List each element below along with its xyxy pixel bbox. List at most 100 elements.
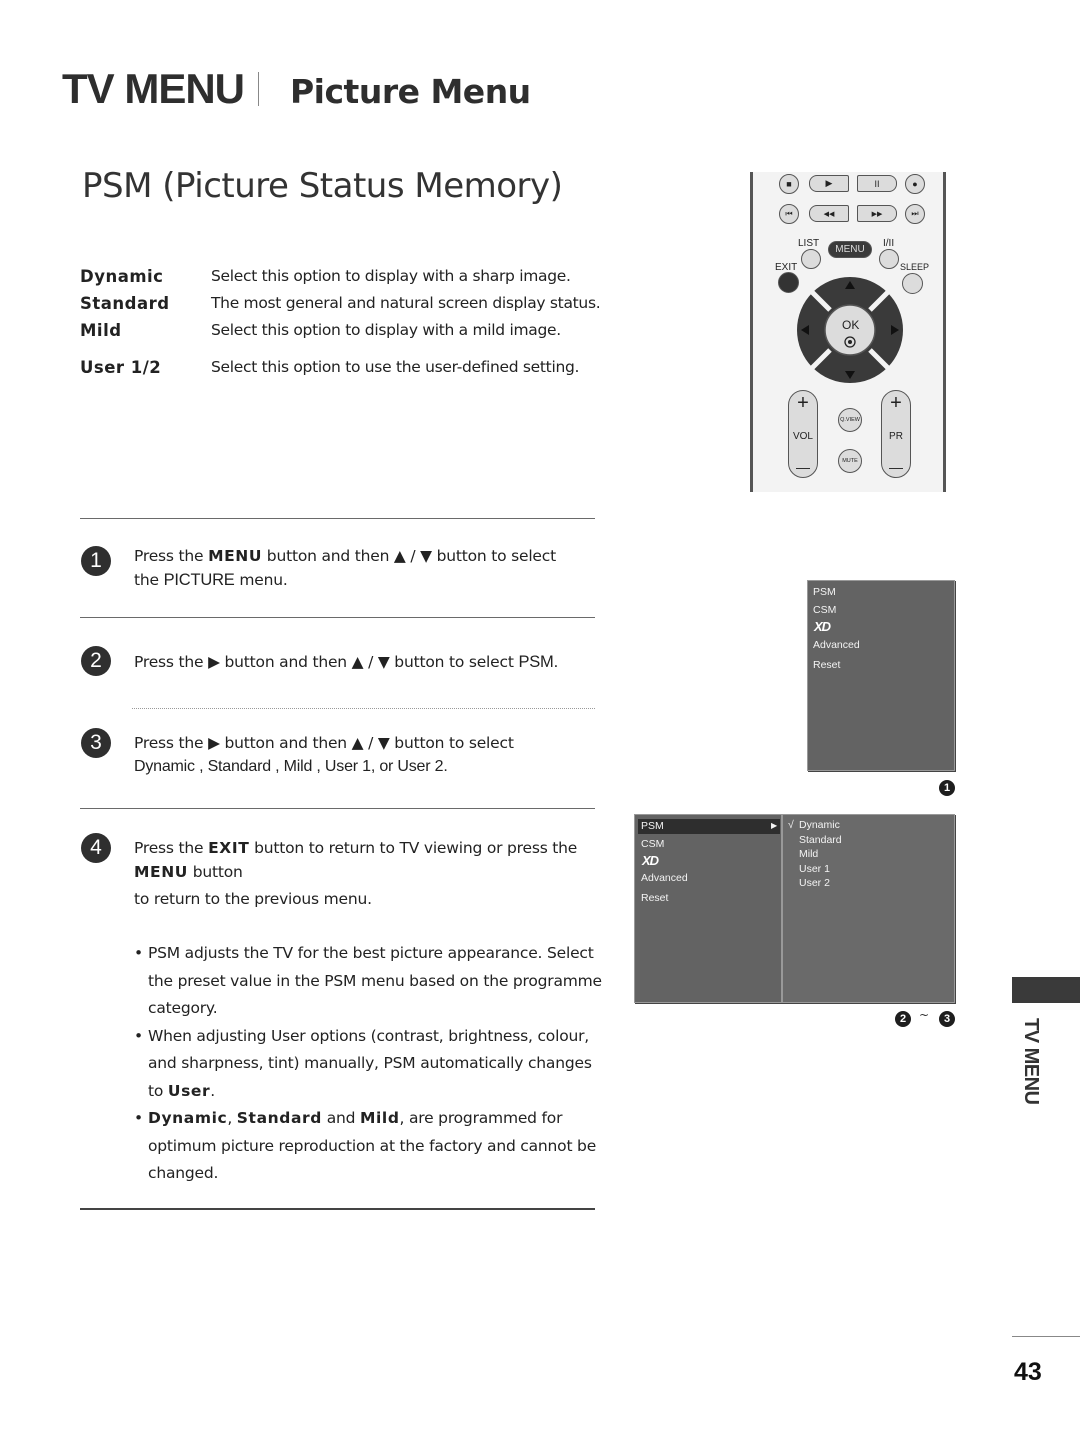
skip-back-button[interactable]: ⏮ (779, 204, 799, 224)
volume-down-icon[interactable]: — (796, 459, 810, 475)
subsection-title: Picture Menu (290, 72, 531, 111)
option-desc: Select this option to display with a mil… (211, 321, 561, 339)
option-name: User 1/2 (80, 357, 162, 377)
option-row-dynamic: Dynamic Select this option to display wi… (80, 264, 640, 288)
step-4-text: Press the EXIT button to return to TV vi… (134, 836, 604, 911)
osd-item-psm[interactable]: PSM (813, 586, 836, 598)
mute-button[interactable]: MUTE (838, 449, 862, 473)
standard-key: Standard (236, 1109, 322, 1127)
menu-key: MENU (134, 863, 188, 881)
osd-item-advanced[interactable]: Advanced (641, 872, 688, 884)
rewind-button[interactable]: ◀◀ (809, 205, 849, 222)
osd-item-csm[interactable]: CSM (813, 604, 836, 616)
fast-forward-button[interactable]: ▶▶ (857, 205, 897, 222)
osd-item-xd-logo[interactable]: XD (642, 853, 659, 868)
step-badge-2: 2 (895, 1011, 911, 1027)
menu-key: MENU (208, 547, 263, 565)
mild-key: Mild (359, 1109, 400, 1127)
record-button[interactable]: ● (905, 174, 925, 194)
q-view-button[interactable]: Q.VIEW (838, 408, 862, 432)
programme-rocker[interactable]: + PR — (881, 390, 911, 478)
range-tilde: ~ (919, 1008, 930, 1022)
text: Press the (134, 839, 209, 857)
section-title: TV MENU (62, 65, 245, 112)
psm-option-dynamic[interactable]: Dynamic (799, 819, 840, 831)
step-3-text: Press the ▶ button and then ▲ / ▼ button… (134, 731, 604, 779)
option-name: Standard (80, 293, 170, 313)
option-desc: Select this option to display with a sha… (211, 267, 571, 285)
text: Dynamic , Standard , Mild , User 1, or U… (134, 758, 448, 775)
psm-option-mild[interactable]: Mild (799, 848, 818, 860)
text: button and then ▲ / ▼ button to select (262, 547, 556, 565)
sleep-button[interactable] (902, 273, 923, 294)
pause-button[interactable]: II (857, 175, 897, 192)
text: and (321, 1109, 360, 1127)
osd-item-reset[interactable]: Reset (813, 659, 840, 671)
osd-item-psm[interactable]: PSM (641, 820, 664, 832)
skip-forward-button[interactable]: ⏭ (905, 204, 925, 224)
step-number-3: 3 (81, 728, 111, 758)
text: Press the (134, 547, 209, 565)
step-badge-1: 1 (939, 780, 955, 796)
sleep-label: SLEEP (900, 262, 930, 272)
side-tab-marker (1012, 977, 1080, 1003)
user-key: User (167, 1081, 211, 1100)
text: . (210, 1081, 215, 1100)
text: Press the ▶ button and then ▲ / ▼ button… (134, 734, 514, 752)
step-1-text: Press the MENU button and then ▲ / ▼ but… (134, 544, 604, 592)
divider (80, 617, 595, 618)
osd-item-reset[interactable]: Reset (641, 892, 668, 904)
exit-key: EXIT (208, 839, 250, 857)
volume-rocker[interactable]: + VOL — (788, 390, 818, 478)
text: Press the ▶ button and then ▲ / ▼ button… (134, 653, 519, 671)
option-row-standard: Standard The most general and natural sc… (80, 291, 640, 315)
menu-button[interactable]: MENU (828, 241, 872, 258)
osd-item-advanced[interactable]: Advanced (813, 639, 860, 651)
ok-label[interactable]: OK (842, 318, 859, 332)
step-number-4: 4 (81, 833, 111, 863)
note-item: Dynamic, Standard and Mild, are programm… (134, 1105, 604, 1188)
notes-list: PSM adjusts the TV for the best picture … (134, 940, 604, 1188)
psm-menu-osd-left: PSM ▶ CSM XD Advanced Reset (634, 814, 782, 1003)
side-tab-label: TV MENU (1020, 1018, 1042, 1105)
option-desc: The most general and natural screen disp… (211, 294, 601, 312)
psm-option-standard[interactable]: Standard (799, 834, 842, 846)
option-row-mild: Mild Select this option to display with … (80, 318, 640, 342)
picture-key: PICTURE (163, 571, 235, 589)
dotted-divider (132, 708, 595, 709)
psm-option-user-1[interactable]: User 1 (799, 863, 830, 875)
page-title: PSM (Picture Status Memory) (82, 166, 563, 206)
text: button (187, 863, 243, 881)
text: menu. (234, 571, 288, 589)
psm-menu-osd-right: √ Dynamic Standard Mild User 1 User 2 (782, 814, 955, 1003)
divider (80, 518, 595, 519)
list-button[interactable] (801, 249, 821, 269)
text: , (227, 1109, 237, 1127)
stop-button[interactable]: ■ (779, 174, 799, 194)
i-ii-button[interactable] (879, 249, 899, 269)
text: to return to the previous menu. (134, 890, 372, 908)
list-label: LIST (798, 238, 820, 249)
programme-up-icon[interactable]: + (890, 393, 902, 413)
remote-control: ■ ▶ II ● ⏮ ◀◀ ▶▶ ⏭ LIST MENU I/II EXIT S… (750, 172, 946, 492)
divider (80, 808, 595, 809)
text: PSM adjusts the TV for the best picture … (148, 944, 602, 1017)
page-number-rule (1012, 1336, 1080, 1337)
osd-item-xd-logo[interactable]: XD (814, 619, 831, 634)
text: the (134, 571, 164, 589)
psm-option-user-2[interactable]: User 2 (799, 877, 830, 889)
option-row-user: User 1/2 Select this option to use the u… (80, 355, 640, 379)
check-icon: √ (788, 819, 794, 831)
bottom-divider (80, 1208, 595, 1210)
volume-up-icon[interactable]: + (797, 393, 809, 413)
osd-item-csm[interactable]: CSM (641, 838, 664, 850)
step-2-text: Press the ▶ button and then ▲ / ▼ button… (134, 650, 604, 674)
step-badge-3: 3 (939, 1011, 955, 1027)
play-button[interactable]: ▶ (809, 175, 849, 192)
note-item: When adjusting User options (contrast, b… (134, 1023, 604, 1106)
i-ii-label: I/II (883, 238, 895, 249)
picture-menu-osd: PSM CSM XD Advanced Reset (807, 580, 955, 771)
page-number: 43 (1014, 1358, 1042, 1386)
programme-down-icon[interactable]: — (889, 459, 903, 475)
option-name: Mild (80, 320, 122, 340)
